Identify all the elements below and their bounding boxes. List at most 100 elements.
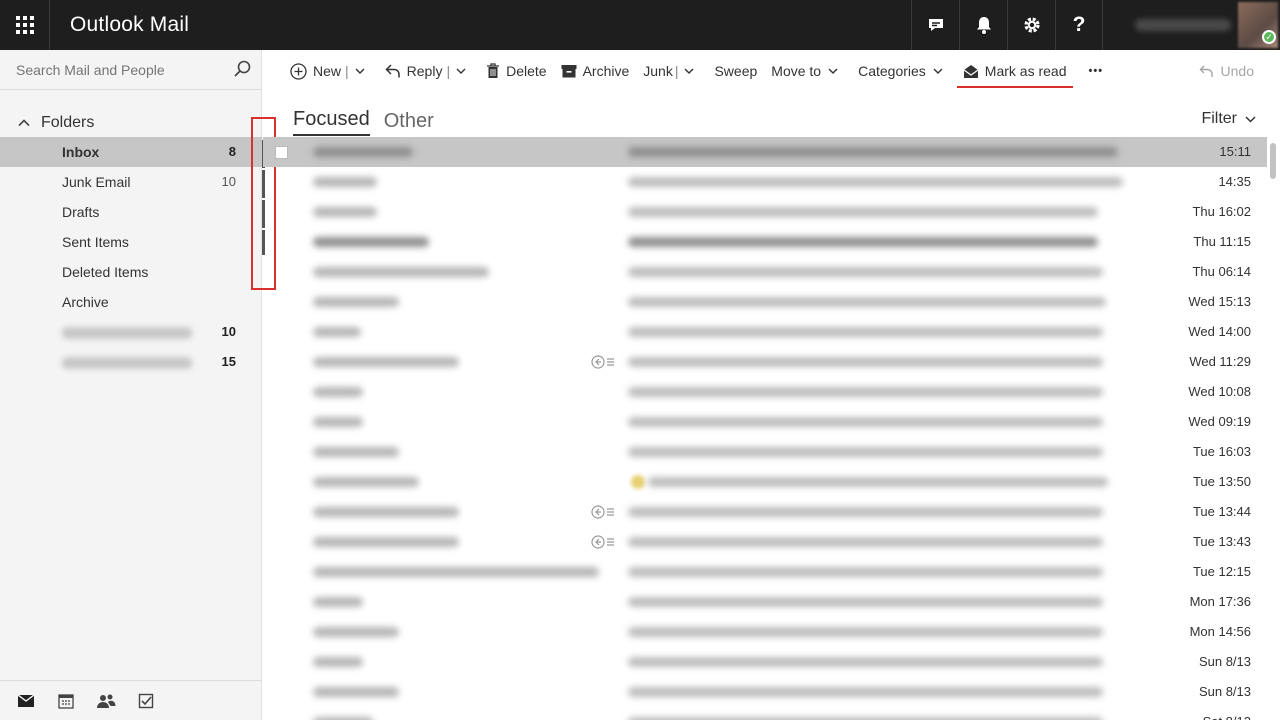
message-row[interactable]: Mon 17:36 [263,587,1267,617]
message-row[interactable]: Wed 15:13 [263,287,1267,317]
help-icon: ? [1072,13,1086,36]
search-input[interactable] [16,59,226,81]
more-commands-button[interactable]: ••• [1089,50,1104,92]
unread-count: 10 [221,174,236,189]
subject-redacted [628,597,1103,607]
message-row[interactable]: Thu 11:15 [263,227,1267,257]
message-row[interactable]: Thu 06:14 [263,257,1267,287]
message-row[interactable]: Mon 14:56 [263,617,1267,647]
folder-label: Sent Items [62,234,129,250]
subject-redacted [628,387,1103,397]
replied-icon [591,355,614,369]
message-row[interactable]: Thu 16:02 [263,197,1267,227]
move-to-button[interactable]: Move to [771,50,844,92]
delete-button[interactable]: Delete [486,50,547,92]
sender-redacted [313,597,363,607]
reply-button[interactable]: Reply | [385,50,472,92]
folders-header-label: Folders [41,114,95,131]
chevron-down-icon[interactable] [684,68,694,75]
junk-button[interactable]: Junk | [643,50,700,92]
message-row[interactable]: Wed 11:29 [263,347,1267,377]
chevron-down-icon[interactable] [456,68,466,75]
message-time: Thu 11:15 [1193,234,1251,249]
tab-other[interactable]: Other [384,110,434,136]
message-list: 15:11 14:35 Thu 16:02 Thu 11:15 Thu 06:1… [263,137,1267,720]
search-icon[interactable] [232,59,252,79]
message-time: Wed 10:08 [1188,384,1251,399]
folder-custom-redacted[interactable]: 15 [0,347,262,377]
chevron-down-icon[interactable] [355,68,365,75]
subject-redacted [628,657,1103,667]
category-icon [631,475,645,489]
help-button[interactable]: ? [1055,0,1103,50]
app-title[interactable]: Outlook Mail [70,13,189,37]
select-checkbox[interactable] [275,146,288,159]
sweep-button[interactable]: Sweep [714,50,757,92]
message-row[interactable]: Tue 13:50 [263,467,1267,497]
message-row[interactable]: Sun 8/13 [263,677,1267,707]
new-button[interactable]: New | [290,50,371,92]
sender-redacted [313,207,377,217]
subject-redacted [628,447,1103,457]
people-module-button[interactable] [86,681,126,721]
archive-button[interactable]: Archive [561,50,629,92]
message-time: Thu 06:14 [1192,264,1251,279]
message-time: Mon 14:56 [1189,624,1251,639]
message-row[interactable]: Wed 09:19 [263,407,1267,437]
tab-focused[interactable]: Focused [293,108,370,136]
scrollbar-thumb[interactable] [1270,143,1276,179]
sender-redacted [313,297,399,307]
presence-icon: ✓ [1262,30,1276,44]
message-time: Wed 09:19 [1188,414,1251,429]
mail-module-button[interactable] [6,681,46,721]
gear-icon [1023,17,1040,33]
folder-sent-items[interactable]: Sent Items [0,227,262,257]
undo-button[interactable]: Undo [1199,50,1254,92]
mark-as-read-button[interactable]: Mark as read [956,50,1073,92]
folder-archive[interactable]: Archive [0,287,262,317]
account-menu[interactable]: ✓ [1103,0,1280,50]
message-row[interactable]: Wed 14:00 [263,317,1267,347]
chevron-up-icon [18,119,30,127]
chat-button[interactable] [911,0,959,50]
message-row[interactable]: 15:11 [263,137,1267,167]
message-row[interactable]: Sat 8/12 [263,707,1267,720]
tasks-module-button[interactable] [126,681,166,721]
sender-redacted [313,687,399,697]
message-list-scrollbar[interactable] [1267,137,1280,720]
chevron-down-icon [933,68,943,74]
message-row[interactable]: Wed 10:08 [263,377,1267,407]
sender-redacted [313,387,363,397]
sweep-label: Sweep [714,63,758,79]
message-time: Sun 8/13 [1198,654,1251,669]
message-row[interactable]: Tue 13:43 [263,527,1267,557]
message-row[interactable]: Sun 8/13 [263,647,1267,677]
folder-deleted-items[interactable]: Deleted Items [0,257,262,287]
folder-inbox[interactable]: Inbox 8 [0,137,262,167]
message-row[interactable]: Tue 16:03 [263,437,1267,467]
message-time: Wed 14:00 [1188,324,1251,339]
folder-drafts[interactable]: Drafts [0,197,262,227]
calendar-module-button[interactable] [46,681,86,721]
folder-junk-email[interactable]: Junk Email 10 [0,167,262,197]
replied-icon [591,535,614,549]
folder-label: Deleted Items [62,264,149,280]
subject-redacted [628,627,1103,637]
settings-button[interactable] [1007,0,1055,50]
inbox-pivot: Focused Other [293,106,448,136]
subject-redacted [628,177,1123,187]
message-row[interactable]: 14:35 [263,167,1267,197]
folder-custom-redacted[interactable]: 10 [0,317,262,347]
message-row[interactable]: Tue 12:15 [263,557,1267,587]
folders-header[interactable]: Folders [16,112,94,134]
notifications-button[interactable] [959,0,1007,50]
calendar-icon [58,694,74,709]
message-row[interactable]: Tue 13:44 [263,497,1267,527]
categories-button[interactable]: Categories [858,50,949,92]
undo-icon [1199,65,1213,77]
folder-label: Junk Email [62,174,131,190]
app-launcher-button[interactable] [0,0,50,50]
open-envelope-icon [963,64,979,78]
message-time: Sun 8/13 [1198,684,1251,699]
filter-button[interactable]: Filter [1201,110,1256,128]
